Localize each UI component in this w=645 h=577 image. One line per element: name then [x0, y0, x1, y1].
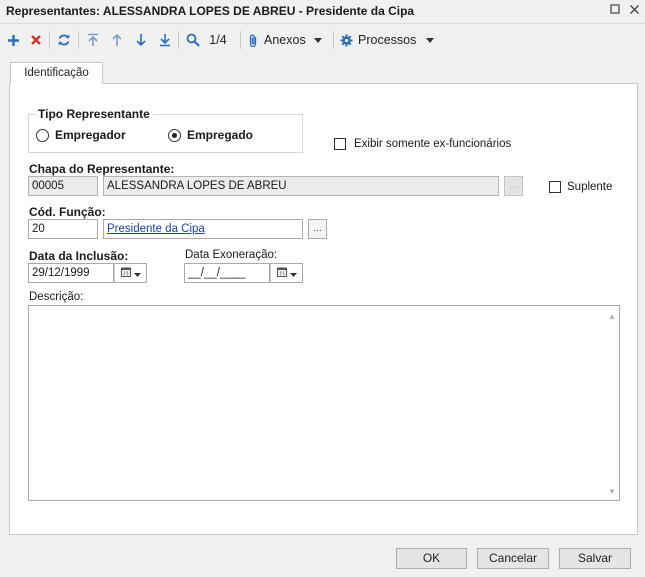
refresh-icon[interactable]	[54, 30, 74, 50]
chapa-lookup-button[interactable]: ...	[504, 176, 523, 196]
calendar-icon	[276, 266, 287, 280]
chevron-down-icon	[289, 266, 297, 280]
processes-label: Processos	[358, 33, 417, 47]
attachments-label: Anexos	[264, 33, 306, 47]
toolbar-separator	[178, 31, 179, 49]
radio-empregador-label: Empregador	[55, 128, 126, 142]
calendar-icon	[120, 266, 131, 280]
cancel-button[interactable]: Cancelar	[477, 548, 549, 569]
funcao-label: Cód. Função:	[29, 205, 106, 219]
first-record-icon[interactable]	[84, 30, 102, 50]
suplente-label: Suplente	[567, 181, 613, 193]
chapa-name-input[interactable]: ALESSANDRA LOPES DE ABREU	[103, 176, 499, 196]
last-record-icon[interactable]	[156, 30, 174, 50]
save-button[interactable]: Salvar	[559, 548, 631, 569]
record-position: 1/4	[209, 33, 227, 47]
next-record-icon[interactable]	[132, 30, 150, 50]
suplente-checkbox[interactable]: Suplente	[549, 181, 612, 193]
descricao-textarea[interactable]: ▲ ▼	[28, 305, 620, 501]
scroll-down-icon[interactable]: ▼	[608, 487, 616, 496]
toolbar-separator	[240, 31, 241, 49]
funcao-name-link[interactable]: Presidente da Cipa	[103, 219, 303, 239]
data-inclusao-label: Data da Inclusão:	[29, 249, 129, 263]
scroll-up-icon[interactable]: ▲	[608, 312, 616, 321]
radio-empregado-label: Empregado	[187, 128, 254, 142]
chapa-label: Chapa do Representante:	[29, 162, 175, 176]
chevron-down-icon	[426, 37, 435, 43]
toolbar-separator	[78, 31, 79, 49]
window-title: Representantes: ALESSANDRA LOPES DE ABRE…	[6, 4, 415, 18]
title-bar: Representantes: ALESSANDRA LOPES DE ABRE…	[0, 0, 645, 24]
chevron-down-icon	[313, 37, 322, 43]
data-exoneracao-label: Data Exoneração:	[185, 249, 278, 261]
funcao-code-input[interactable]: 20	[28, 219, 98, 239]
search-icon[interactable]	[184, 30, 202, 50]
radio-empregador[interactable]: Empregador	[36, 128, 126, 142]
ok-button[interactable]: OK	[396, 548, 467, 569]
delete-icon[interactable]	[27, 30, 45, 50]
tipo-representante-legend: Tipo Representante	[35, 107, 153, 121]
data-inclusao-calendar-button[interactable]	[114, 263, 147, 283]
tab-identificacao[interactable]: Identificação	[10, 62, 103, 84]
previous-record-icon[interactable]	[108, 30, 126, 50]
exibir-ex-funcionarios-checkbox[interactable]: Exibir somente ex-funcionários	[334, 138, 511, 150]
gear-icon	[340, 34, 353, 47]
checkbox-box[interactable]	[334, 138, 346, 150]
radio-circle[interactable]	[36, 128, 49, 142]
chapa-code-input[interactable]: 00005	[28, 176, 98, 196]
add-icon[interactable]	[4, 30, 22, 50]
toolbar-separator	[49, 31, 50, 49]
data-inclusao-input[interactable]: 29/12/1999	[28, 263, 114, 283]
processes-button[interactable]: Processos	[340, 30, 438, 50]
funcao-lookup-button[interactable]: ...	[308, 219, 327, 239]
toolbar: 1/4 Anexos Processos	[0, 25, 645, 55]
chevron-down-icon	[133, 266, 141, 280]
paperclip-icon	[248, 33, 258, 48]
maximize-icon[interactable]	[607, 3, 623, 19]
exibir-ex-funcionarios-label: Exibir somente ex-funcionários	[354, 138, 512, 150]
attachments-button[interactable]: Anexos	[248, 30, 328, 50]
radio-empregado[interactable]: Empregado	[168, 128, 253, 142]
close-icon[interactable]	[626, 3, 642, 19]
data-exoneracao-input[interactable]: __/__/____	[184, 263, 270, 283]
toolbar-separator	[333, 31, 334, 49]
radio-circle-checked[interactable]	[168, 128, 181, 142]
descricao-label: Descrição:	[29, 291, 84, 303]
checkbox-box[interactable]	[549, 181, 561, 193]
data-exoneracao-calendar-button[interactable]	[270, 263, 303, 283]
